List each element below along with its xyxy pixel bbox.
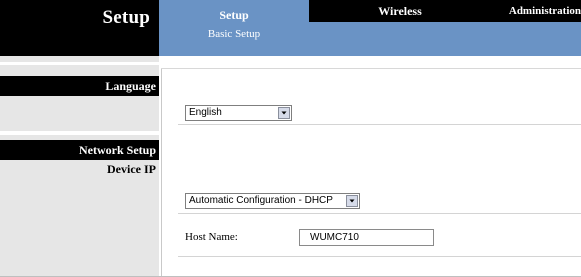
- host-name-label: Host Name:: [185, 231, 238, 243]
- page-title: Setup: [102, 7, 150, 28]
- section-divider: [178, 213, 581, 214]
- language-select-value: English: [189, 107, 222, 118]
- language-select[interactable]: English: [185, 105, 292, 121]
- tab-administration[interactable]: Administration: [480, 1, 581, 21]
- section-divider: [178, 256, 581, 257]
- section-label-language: Language: [105, 79, 156, 93]
- tab-wireless[interactable]: Wireless: [345, 1, 455, 21]
- host-name-input[interactable]: WUMC710: [299, 229, 434, 246]
- chevron-down-icon[interactable]: [278, 107, 290, 119]
- sidebar-divider: [0, 62, 159, 65]
- field-label-device-ip: Device IP: [107, 162, 156, 176]
- section-label-network-setup: Network Setup: [79, 143, 156, 157]
- content-border: [161, 68, 162, 277]
- chevron-down-icon[interactable]: [346, 195, 358, 207]
- subtab-basic-setup[interactable]: Basic Setup: [159, 28, 309, 40]
- host-name-value: WUMC710: [310, 232, 359, 243]
- ip-config-select[interactable]: Automatic Configuration - DHCP: [185, 193, 360, 209]
- content-border: [161, 68, 581, 69]
- sidebar-divider: [0, 131, 159, 135]
- tab-setup[interactable]: Setup: [159, 4, 309, 26]
- section-divider: [178, 124, 581, 125]
- ip-config-select-value: Automatic Configuration - DHCP: [189, 195, 333, 206]
